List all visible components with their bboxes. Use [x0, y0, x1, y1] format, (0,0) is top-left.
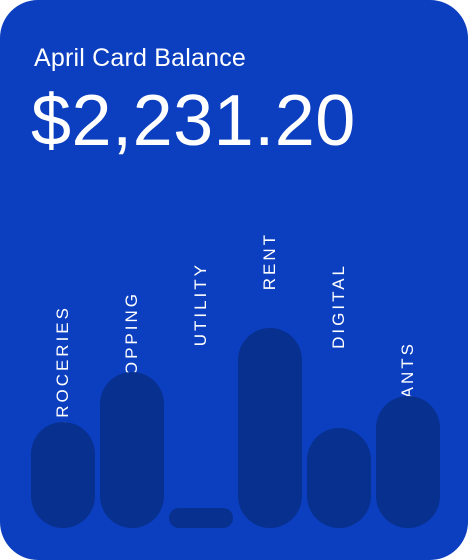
- category-bar-shopping: [100, 372, 164, 528]
- category-bar-rent: [238, 328, 302, 528]
- balance-card: April Card Balance $2,231.20 GROCERIES S…: [0, 0, 468, 560]
- category-bar-groceries: [31, 422, 95, 528]
- category-bar-restaurants: [376, 396, 440, 528]
- card-title: April Card Balance: [34, 44, 247, 72]
- category-label-utility: UTILITY: [191, 262, 210, 347]
- balance-amount: $2,231.20: [31, 81, 356, 161]
- category-bar-digital: [307, 428, 371, 528]
- category-bar-utility: [169, 508, 233, 528]
